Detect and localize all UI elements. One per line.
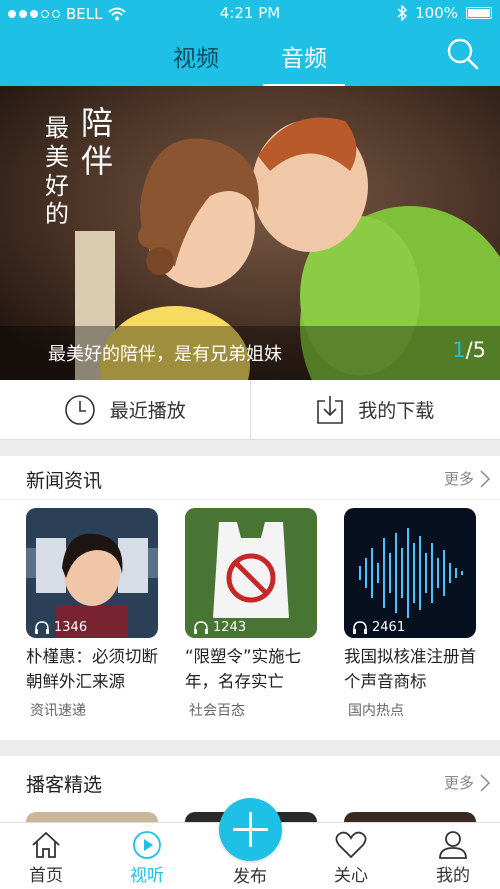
tabbar-listen[interactable]: 视听 xyxy=(112,829,182,886)
banner-pager: 1/5 xyxy=(452,338,486,362)
tab-video[interactable]: 视频 xyxy=(163,35,229,77)
play-count: 1243 xyxy=(193,620,246,635)
news-category: 社会百态 xyxy=(189,703,245,719)
publish-label: 发布 xyxy=(233,867,267,887)
news-title: 我国拟核准注册首个声音商标 xyxy=(344,647,476,691)
headphones-icon xyxy=(353,620,367,634)
heart-icon xyxy=(335,831,367,859)
banner-title: 最 美 好 的 陪 伴 xyxy=(45,104,113,229)
recent-play-label: 最近播放 xyxy=(109,400,186,422)
battery-label: 100% xyxy=(415,4,458,22)
quick-actions: 最近播放 我的下载 xyxy=(0,380,500,440)
my-download-label: 我的下载 xyxy=(358,400,435,422)
news-section-title: 新闻资讯 xyxy=(26,470,103,492)
chevron-right-icon xyxy=(480,773,490,792)
status-bar: BELL 4:21 PM 100% xyxy=(0,0,500,27)
search-icon[interactable] xyxy=(446,37,480,71)
play-count: 2461 xyxy=(352,620,405,635)
news-title: “限塑令”实施七年，名存实亡 xyxy=(185,647,302,691)
news-title: 朴槿惠：必须切断朝鲜外汇来源 xyxy=(26,647,158,691)
home-icon xyxy=(32,831,60,858)
section-divider xyxy=(0,440,500,456)
banner-caption-bar: 最美好的陪伴，是有兄弟姐妹 1/5 xyxy=(0,326,500,380)
news-thumbnail: 2461 xyxy=(344,508,476,638)
tabbar-mine[interactable]: 我的 xyxy=(418,829,488,886)
user-icon xyxy=(439,831,467,859)
news-section-header: 新闻资讯 更多 xyxy=(0,456,500,500)
battery-icon xyxy=(466,7,492,19)
plus-icon xyxy=(233,812,268,847)
my-download-button[interactable]: 我的下载 xyxy=(249,380,500,439)
news-card-list: 1346 朴槿惠：必须切断朝鲜外汇来源 资讯速递 1243 “限塑令”实施七年，… xyxy=(26,508,486,720)
headphones-icon xyxy=(35,620,49,634)
news-category: 国内热点 xyxy=(348,703,404,719)
top-nav: 视频 音频 xyxy=(0,27,500,87)
podcast-more-link[interactable]: 更多 xyxy=(444,772,490,793)
banner-caption: 最美好的陪伴，是有兄弟姐妹 xyxy=(48,344,282,365)
play-circle-icon xyxy=(133,831,161,859)
news-thumbnail: 1346 xyxy=(26,508,158,638)
news-card[interactable]: 2461 我国拟核准注册首个声音商标 国内热点 xyxy=(344,508,476,720)
tabbar-care[interactable]: 关心 xyxy=(316,829,386,886)
app-header: BELL 4:21 PM 100% 视频 音频 xyxy=(0,0,500,87)
news-more-link[interactable]: 更多 xyxy=(444,468,490,489)
news-thumbnail: 1243 xyxy=(185,508,317,638)
headphones-icon xyxy=(194,620,208,634)
section-divider xyxy=(0,740,500,756)
recent-play-button[interactable]: 最近播放 xyxy=(0,380,250,439)
chevron-right-icon xyxy=(480,469,490,488)
banner-title-small: 最 美 好 的 xyxy=(45,114,69,229)
news-card[interactable]: 1346 朴槿惠：必须切断朝鲜外汇来源 资讯速递 xyxy=(26,508,158,720)
bluetooth-icon xyxy=(397,5,408,21)
status-right: 100% xyxy=(397,4,492,22)
clock-icon xyxy=(64,394,95,425)
tabbar-home[interactable]: 首页 xyxy=(11,829,81,886)
podcast-thumbnail[interactable] xyxy=(26,812,158,822)
tab-audio[interactable]: 音频 xyxy=(263,35,345,87)
podcast-section-title: 播客精选 xyxy=(26,774,103,796)
banner-carousel[interactable]: 最 美 好 的 陪 伴 最美好的陪伴，是有兄弟姐妹 1/5 xyxy=(0,86,500,380)
news-category: 资讯速递 xyxy=(30,703,86,719)
play-count: 1346 xyxy=(34,620,87,635)
podcast-thumbnail[interactable] xyxy=(344,812,476,822)
banner-title-big: 陪 伴 xyxy=(81,104,114,181)
publish-button[interactable] xyxy=(219,798,282,861)
news-card[interactable]: 1243 “限塑令”实施七年，名存实亡 社会百态 xyxy=(185,508,317,720)
download-icon xyxy=(317,395,344,424)
